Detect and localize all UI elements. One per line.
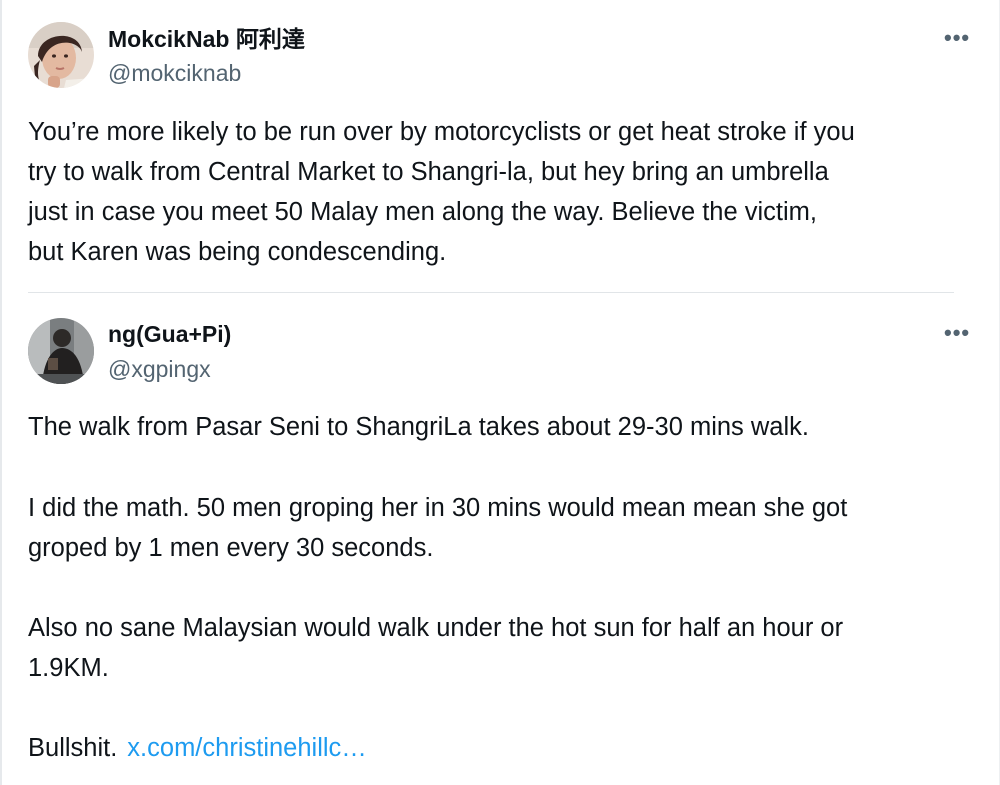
avatar-mokciknab[interactable] <box>28 22 94 88</box>
tweet-text: You’re more likely to be run over by mot… <box>28 112 855 272</box>
tweet-text-line: 1.9KM. <box>28 654 109 682</box>
more-horizontal-icon[interactable]: ••• <box>944 27 970 49</box>
display-name[interactable]: MokcikNab 阿利達 <box>108 25 305 53</box>
more-horizontal-icon[interactable]: ••• <box>944 322 970 344</box>
tweet-divider <box>28 292 954 293</box>
tweet-text-line: Also no sane Malaysian would walk under … <box>28 614 844 642</box>
user-handle[interactable]: @xgpingx <box>108 355 211 383</box>
tweet-text-line: but Karen was being condescending. <box>28 238 447 266</box>
user-handle[interactable]: @mokciknab <box>108 59 241 87</box>
closing-text: Bullshit. <box>28 734 118 762</box>
tweet-text: I did the math. 50 men groping her in 30… <box>28 488 847 568</box>
tweet-text-line: just in case you meet 50 Malay men along… <box>28 198 817 226</box>
tweet-text: Also no sane Malaysian would walk under … <box>28 608 843 688</box>
avatar-xgpingx[interactable] <box>28 318 94 384</box>
tweet-text-line: try to walk from Central Market to Shang… <box>28 158 829 186</box>
tweet-text: The walk from Pasar Seni to ShangriLa ta… <box>28 407 809 447</box>
tweet-closing: Bullshit. x.com/christinehillc… <box>28 728 367 768</box>
tweet-text-line: You’re more likely to be run over by mot… <box>28 118 855 146</box>
tweet-text-line: I did the math. 50 men groping her in 30… <box>28 494 848 522</box>
tweet-link[interactable]: x.com/christinehillc… <box>127 734 366 762</box>
tweet-thread: MokcikNab 阿利達 @mokciknab ••• You’re more… <box>0 0 1000 785</box>
tweet-paragraph-1: The walk from Pasar Seni to ShangriLa ta… <box>28 413 809 441</box>
display-name[interactable]: ng(Gua+Pi) <box>108 320 231 348</box>
tweet-text-line: groped by 1 men every 30 seconds. <box>28 534 434 562</box>
left-border <box>0 0 2 785</box>
